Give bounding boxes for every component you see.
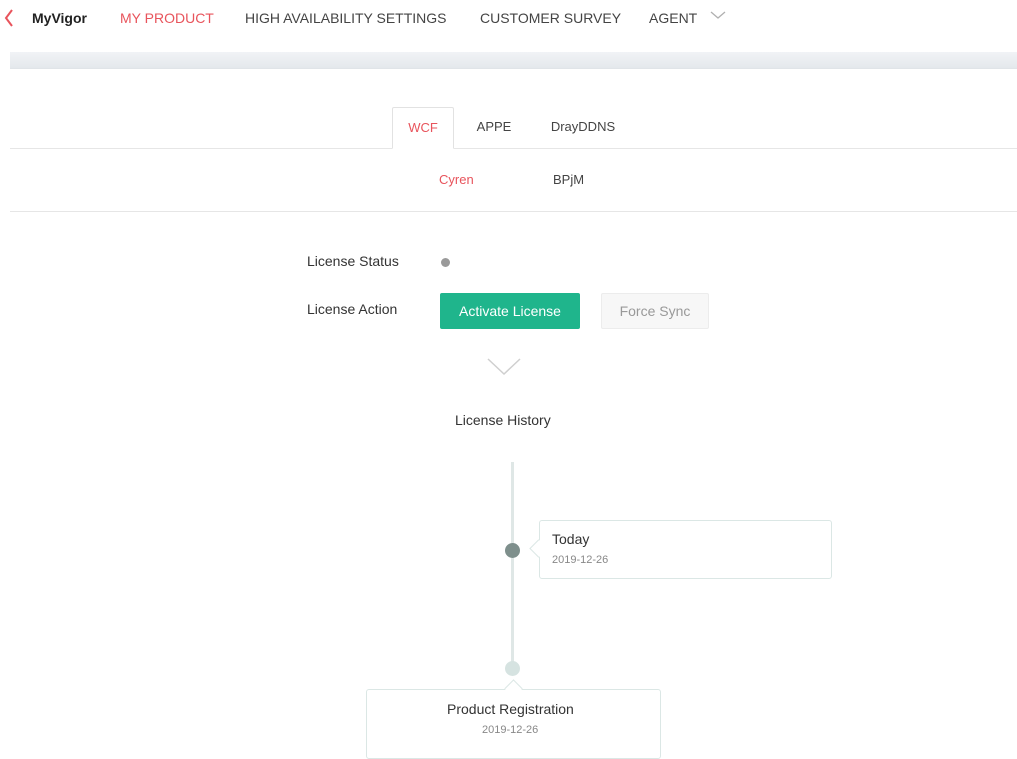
tab-drayddns[interactable]: DrayDDNS — [542, 107, 624, 149]
license-history-title: License History — [455, 412, 551, 428]
card-pointer — [504, 679, 523, 698]
timeline-dot — [505, 661, 520, 676]
timeline-dot — [505, 543, 520, 558]
brand-name: MyVigor — [32, 10, 87, 26]
license-action-label: License Action — [307, 301, 398, 317]
history-entry-title: Product Registration — [447, 701, 574, 717]
history-entry-card: Today 2019-12-26 — [529, 520, 832, 579]
subtabs-divider — [10, 211, 1017, 212]
chevron-down-icon[interactable] — [708, 8, 728, 22]
tab-appe[interactable]: APPE — [466, 107, 522, 149]
nav-my-product[interactable]: MY PRODUCT — [120, 10, 214, 26]
card-pointer — [529, 539, 548, 558]
chevron-down-icon[interactable] — [486, 356, 522, 378]
header-banner — [10, 52, 1017, 69]
history-entry-title: Today — [552, 531, 590, 547]
nav-customer-survey[interactable]: CUSTOMER SURVEY — [480, 10, 621, 26]
history-entry-date: 2019-12-26 — [482, 724, 539, 736]
license-status-label: License Status — [307, 253, 399, 269]
timeline-line — [511, 462, 514, 668]
license-status-indicator — [441, 258, 450, 267]
subtab-cyren[interactable]: Cyren — [439, 172, 474, 187]
subtab-bpjm[interactable]: BPjM — [553, 172, 584, 187]
force-sync-button[interactable]: Force Sync — [601, 293, 709, 329]
activate-license-button[interactable]: Activate License — [440, 293, 580, 329]
top-navigation: MyVigor MY PRODUCT HIGH AVAILABILITY SET… — [0, 0, 1017, 36]
logo-icon — [4, 9, 13, 27]
nav-agent[interactable]: AGENT — [649, 10, 697, 26]
history-entry-date: 2019-12-26 — [552, 554, 609, 566]
nav-high-availability-settings[interactable]: HIGH AVAILABILITY SETTINGS — [245, 10, 447, 26]
tab-wcf[interactable]: WCF — [392, 107, 454, 149]
history-entry-card: Product Registration 2019-12-26 — [366, 679, 661, 759]
